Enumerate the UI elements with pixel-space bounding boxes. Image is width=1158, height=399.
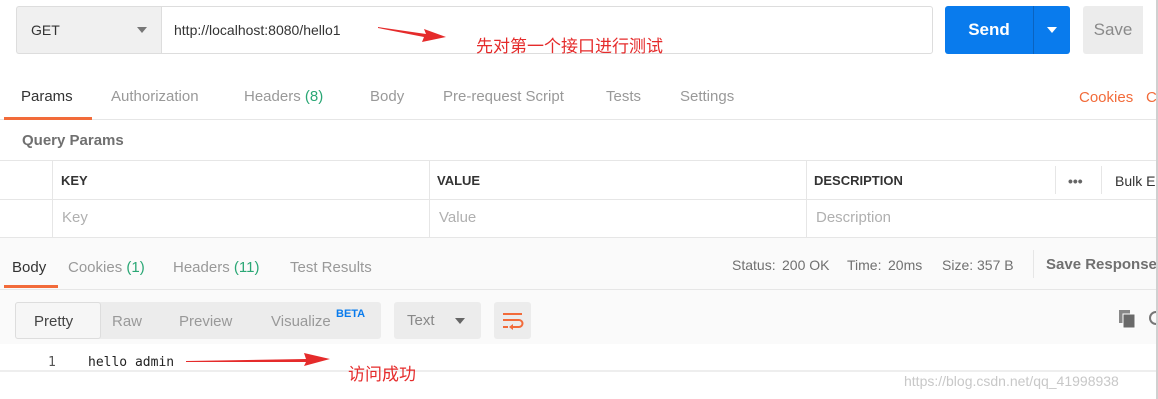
size-label: Size:: [942, 257, 974, 273]
tab-response-cookies[interactable]: Cookies (1): [68, 259, 145, 276]
save-response-button[interactable]: Save Response: [1046, 256, 1157, 273]
raw-button[interactable]: Raw: [112, 313, 142, 330]
active-response-tab-indicator: [4, 285, 58, 288]
visualize-button[interactable]: Visualize: [271, 313, 331, 330]
url-text: http://localhost:8080/hello1: [174, 22, 341, 38]
column-header-value: VALUE: [437, 173, 481, 188]
line-number: 1: [48, 355, 56, 370]
preview-button[interactable]: Preview: [179, 313, 232, 330]
tab-pre-request-script[interactable]: Pre-request Script: [443, 88, 564, 105]
description-input[interactable]: Description: [816, 209, 891, 226]
tab-response-cookies-label: Cookies: [68, 259, 123, 276]
annotation-arrow: [378, 27, 446, 42]
time-value[interactable]: 20ms: [888, 257, 922, 273]
copy-icon[interactable]: [1118, 309, 1138, 329]
tab-body[interactable]: Body: [370, 88, 404, 105]
bulk-edit-link[interactable]: Bulk E: [1115, 173, 1155, 189]
query-params-title: Query Params: [22, 132, 124, 149]
chevron-down-icon: [1047, 27, 1057, 33]
send-button[interactable]: Send: [945, 6, 1033, 54]
status-label: Status:: [732, 257, 776, 273]
annotation-test-first-api: 先对第一个接口进行测试: [476, 37, 663, 57]
key-input[interactable]: Key: [62, 209, 88, 226]
active-tab-indicator: [4, 117, 92, 120]
more-options-icon[interactable]: •••: [1068, 173, 1083, 189]
response-code-line: hello admin: [88, 355, 175, 370]
send-options-button[interactable]: [1033, 6, 1070, 54]
tab-headers-label: Headers: [244, 88, 301, 105]
method-select[interactable]: GET: [16, 6, 161, 54]
tab-response-headers[interactable]: Headers (11): [173, 259, 259, 276]
value-input[interactable]: Value: [439, 209, 476, 226]
size-value[interactable]: 357 B: [977, 257, 1014, 273]
headers-count: (8): [304, 88, 324, 105]
beta-badge: BETA: [336, 308, 366, 320]
tab-headers[interactable]: Headers (8): [244, 88, 323, 105]
chevron-down-icon: [455, 318, 465, 324]
method-label: GET: [31, 22, 60, 38]
tab-test-results[interactable]: Test Results: [290, 259, 372, 276]
format-select[interactable]: Text: [394, 302, 481, 339]
cookies-link[interactable]: Cookies: [1079, 89, 1133, 106]
time-label: Time:: [847, 257, 882, 273]
status-value[interactable]: 200 OK: [782, 257, 829, 273]
annotation-success: 访问成功: [348, 365, 416, 385]
response-headers-count: (11): [233, 259, 260, 276]
column-header-description: DESCRIPTION: [814, 173, 903, 188]
cookies-count: (1): [126, 259, 145, 276]
tab-params[interactable]: Params: [21, 88, 73, 105]
pretty-button[interactable]: Pretty: [34, 313, 73, 330]
save-button[interactable]: Save: [1083, 6, 1143, 54]
tab-settings[interactable]: Settings: [680, 88, 734, 105]
tab-tests[interactable]: Tests: [606, 88, 641, 105]
watermark: https://blog.csdn.net/qq_41998938: [904, 373, 1119, 389]
annotation-arrow: [186, 353, 330, 366]
chevron-down-icon: [137, 27, 147, 33]
format-label: Text: [407, 312, 435, 329]
tab-response-body[interactable]: Body: [12, 259, 46, 276]
visualize-label: Visualize: [271, 313, 331, 330]
tab-response-headers-label: Headers: [173, 259, 230, 276]
wrap-lines-icon: [503, 313, 524, 330]
wrap-lines-button[interactable]: [494, 302, 531, 339]
tab-authorization[interactable]: Authorization: [111, 88, 199, 105]
column-header-key: KEY: [61, 173, 88, 188]
